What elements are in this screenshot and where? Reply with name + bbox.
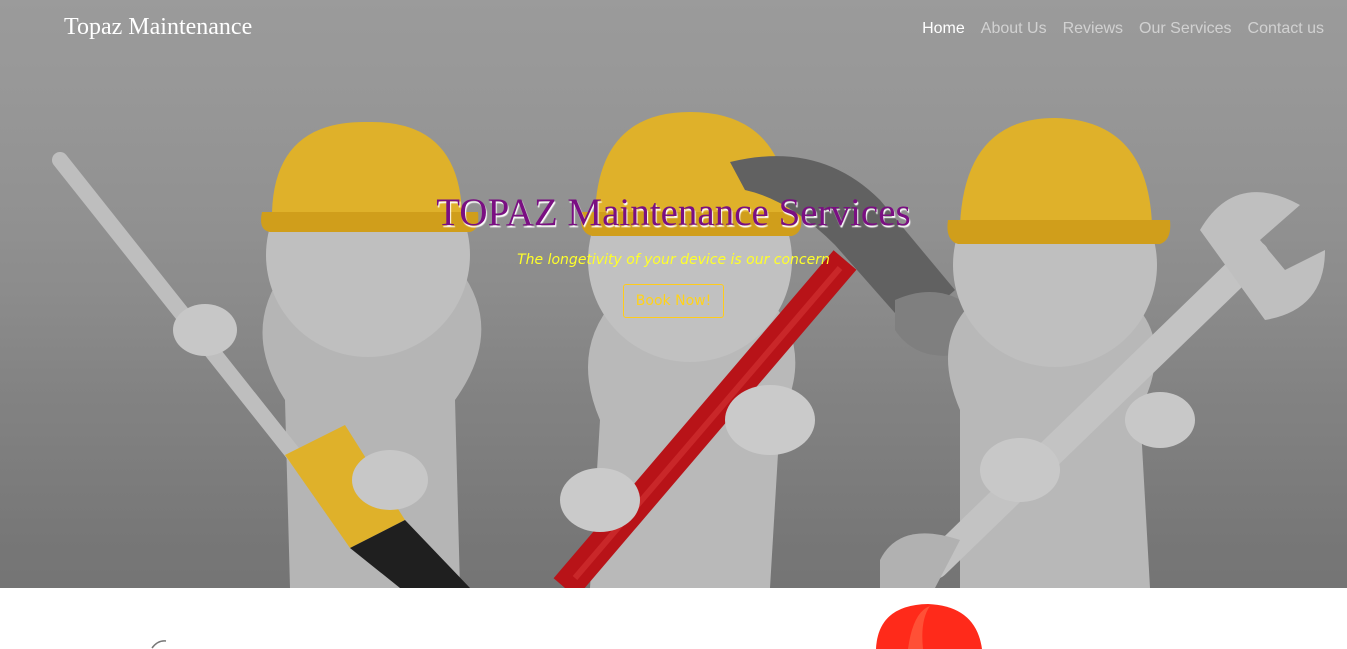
nav-link-contact-us[interactable]: Contact us xyxy=(1248,20,1324,38)
book-now-button[interactable]: Book Now! xyxy=(622,284,725,318)
nav-link-home[interactable]: Home xyxy=(922,20,965,38)
decorative-mark-icon xyxy=(151,640,167,649)
nav-link-our-services[interactable]: Our Services xyxy=(1139,20,1231,38)
nav-link-about-us[interactable]: About Us xyxy=(981,20,1047,38)
hero-tagline: The longetivity of your device is our co… xyxy=(517,252,830,268)
navbar: Topaz Maintenance Home About Us Reviews … xyxy=(0,0,1347,62)
nav-link-reviews[interactable]: Reviews xyxy=(1063,20,1123,38)
red-helmet-image xyxy=(876,604,982,649)
hero-content: TOPAZ Maintenance Services The longetivi… xyxy=(0,190,1347,318)
hero-title: TOPAZ Maintenance Services xyxy=(436,191,911,234)
brand-logo-link[interactable]: Topaz Maintenance xyxy=(64,14,252,41)
nav-links: Home About Us Reviews Our Services Conta… xyxy=(922,20,1324,38)
hero-section: Topaz Maintenance Home About Us Reviews … xyxy=(0,0,1347,588)
